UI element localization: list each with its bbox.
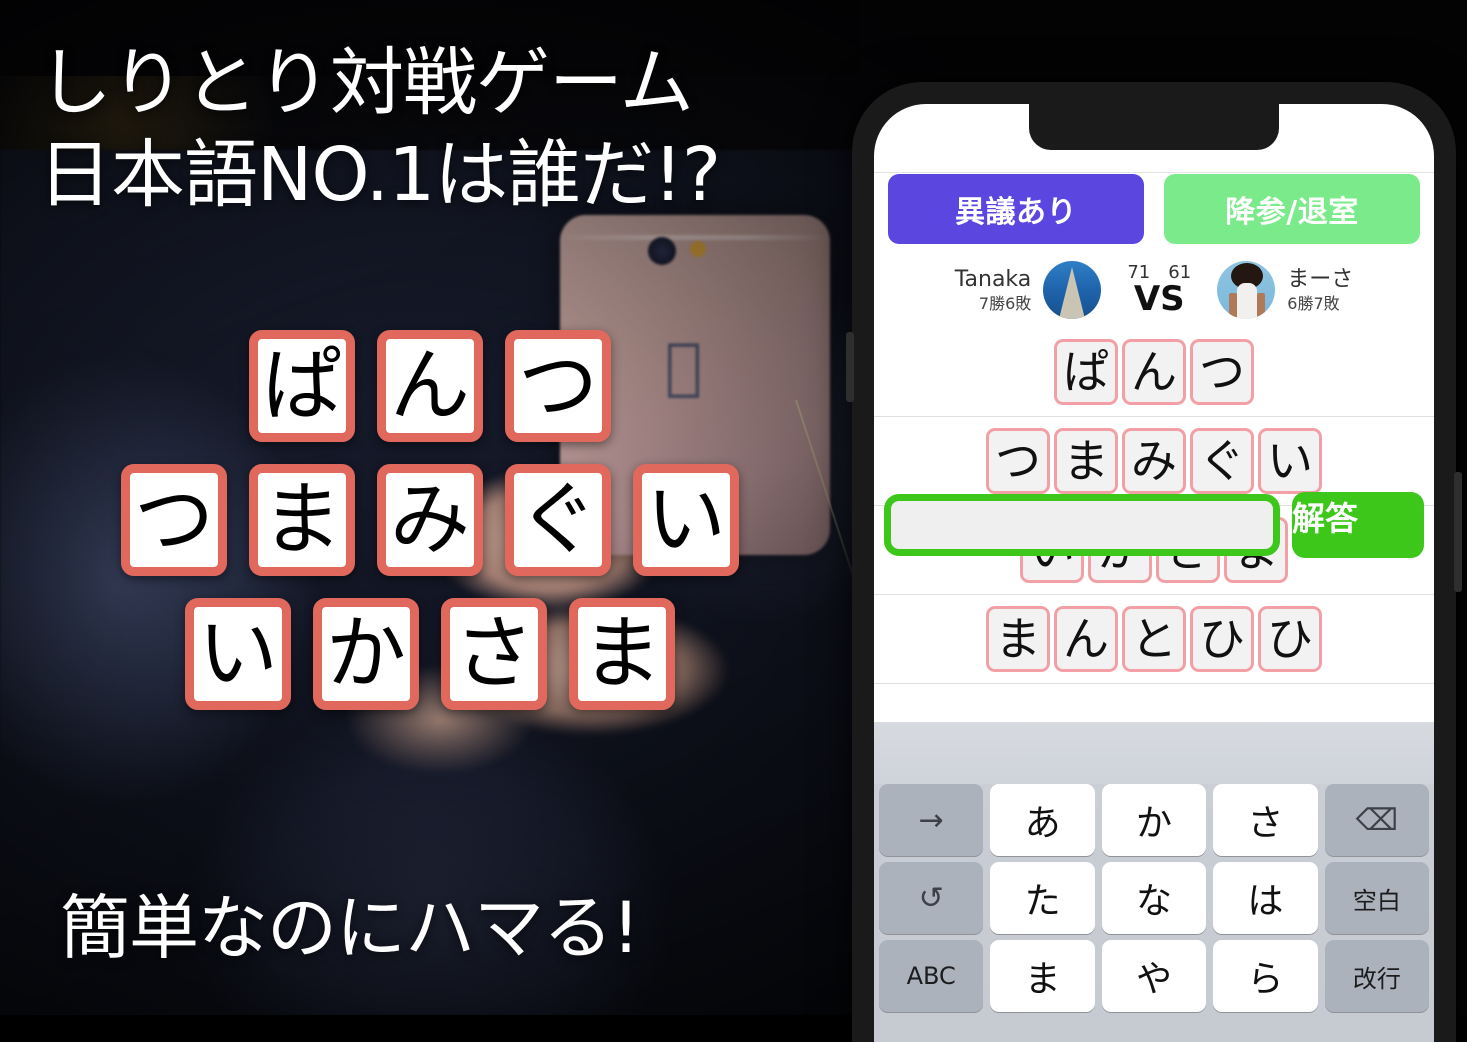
showcase-letter-tile: つ: [121, 464, 227, 576]
word-letter-tile: み: [1122, 428, 1186, 494]
arrow-right-icon[interactable]: →: [879, 784, 984, 856]
showcase-letter-tile: か: [313, 598, 419, 710]
word-letter-tile: つ: [1190, 339, 1254, 405]
word-letter-tile: ぐ: [1190, 428, 1254, 494]
showcase-letter-tile: い: [633, 464, 739, 576]
showcase-letter-tile: ぐ: [505, 464, 611, 576]
keyboard-key-ま[interactable]: ま: [990, 940, 1095, 1012]
keyboard-key-空白[interactable]: 空白: [1324, 862, 1430, 934]
left-player-info: Tanaka 7勝6敗: [955, 266, 1032, 314]
word-row[interactable]: まんとひひ: [874, 595, 1434, 684]
keyboard-key-ら[interactable]: ら: [1213, 940, 1318, 1012]
phone-volume-button[interactable]: [846, 332, 854, 402]
showcase-letter-tile: さ: [441, 598, 547, 710]
word-letter-tile: ま: [986, 606, 1050, 672]
showcase-word-row: いかさま: [0, 598, 860, 710]
undo-icon[interactable]: ↺: [879, 862, 984, 934]
showcase-letter-tile: み: [377, 464, 483, 576]
keyboard-key-や[interactable]: や: [1101, 940, 1207, 1012]
showcase-letter-tile: ぱ: [249, 330, 355, 442]
word-letter-tile: ん: [1054, 606, 1118, 672]
word-letter-tile: ひ: [1190, 606, 1254, 672]
answer-input[interactable]: [884, 494, 1280, 556]
word-letter-tile: ま: [1054, 428, 1118, 494]
keyboard-key-あ[interactable]: あ: [990, 784, 1095, 856]
versus-label: VS: [1133, 279, 1185, 319]
keyboard-rows: → あかさ ⌫ ↺ たなは空白 ABC まやら改行: [874, 784, 1434, 1018]
showcase-word-row: ぱんつ: [0, 330, 860, 442]
answer-submit-button[interactable]: 解答: [1292, 492, 1424, 558]
keyboard-key-た[interactable]: た: [990, 862, 1095, 934]
right-player-info: まーさ 6勝7敗: [1287, 266, 1353, 314]
left-player-record: 7勝6敗: [978, 293, 1032, 313]
promo-headline-line2: 日本語NO.1は誰だ!?: [38, 131, 721, 218]
word-letter-tile: ん: [1122, 339, 1186, 405]
promo-headline-line1: しりとり対戦ゲーム: [38, 40, 694, 126]
showcase-word-row: つまみぐい: [0, 464, 860, 576]
showcase-letter-tile: ん: [377, 330, 483, 442]
word-letter-tile: い: [1258, 428, 1322, 494]
keyboard-key-は[interactable]: は: [1213, 862, 1318, 934]
right-player-name: まーさ: [1287, 267, 1354, 293]
showcase-letter-tile: ま: [249, 464, 355, 576]
word-letter-tile: と: [1122, 606, 1186, 672]
app-action-bar: 異議あり 降参/退室: [874, 174, 1434, 244]
keyboard-key-改行[interactable]: 改行: [1324, 940, 1430, 1012]
keyboard-row: ↺ たなは空白: [874, 862, 1434, 940]
backspace-icon[interactable]: ⌫: [1324, 784, 1430, 856]
showcase-letter-tile: い: [185, 598, 291, 710]
left-player-avatar[interactable]: [1043, 261, 1102, 319]
keyboard-row: ABC まやら改行: [874, 940, 1434, 1018]
right-player-avatar[interactable]: [1217, 261, 1276, 319]
promo-tile-showcase: ぱんつつまみぐいいかさま: [0, 330, 860, 732]
versus-block: 71 61 VS: [1113, 264, 1205, 319]
keyboard-row: → あかさ ⌫: [874, 784, 1434, 862]
phone-mockup: 異議あり 降参/退室 Tanaka 7勝6敗 71 61 VS まーさ 6勝7敗: [846, 82, 1462, 1042]
keyboard-suggestion-bar[interactable]: [874, 722, 1434, 784]
keyboard-key-ABC[interactable]: ABC: [879, 940, 984, 1012]
right-player-record: 6勝7敗: [1287, 293, 1340, 313]
promo-headline: しりとり対戦ゲーム 日本語NO.1は誰だ!?: [38, 38, 838, 222]
promo-footer-text: 簡単なのにハマる!: [60, 887, 640, 969]
phone-screen: 異議あり 降参/退室 Tanaka 7勝6敗 71 61 VS まーさ 6勝7敗: [874, 104, 1434, 1042]
answer-bar: 解答: [874, 488, 1434, 562]
keyboard-key-か[interactable]: か: [1101, 784, 1207, 856]
versus-bar: Tanaka 7勝6敗 71 61 VS まーさ 6勝7敗: [874, 252, 1434, 329]
word-letter-tile: つ: [986, 428, 1050, 494]
objection-button[interactable]: 異議あり: [888, 174, 1144, 244]
keyboard-key-さ[interactable]: さ: [1213, 784, 1318, 856]
app-top-divider: [874, 156, 1434, 173]
left-player-name: Tanaka: [954, 267, 1032, 293]
word-letter-tile: ぱ: [1054, 339, 1118, 405]
showcase-letter-tile: ま: [569, 598, 675, 710]
showcase-letter-tile: つ: [505, 330, 611, 442]
phone-power-button[interactable]: [1454, 472, 1462, 592]
japanese-keyboard: → あかさ ⌫ ↺ たなは空白 ABC まやら改行: [874, 722, 1434, 1042]
keyboard-key-な[interactable]: な: [1101, 862, 1207, 934]
surrender-exit-button[interactable]: 降参/退室: [1164, 174, 1420, 244]
word-row[interactable]: ぱんつ: [874, 328, 1434, 417]
phone-notch: [1029, 104, 1279, 150]
word-letter-tile: ひ: [1258, 606, 1322, 672]
